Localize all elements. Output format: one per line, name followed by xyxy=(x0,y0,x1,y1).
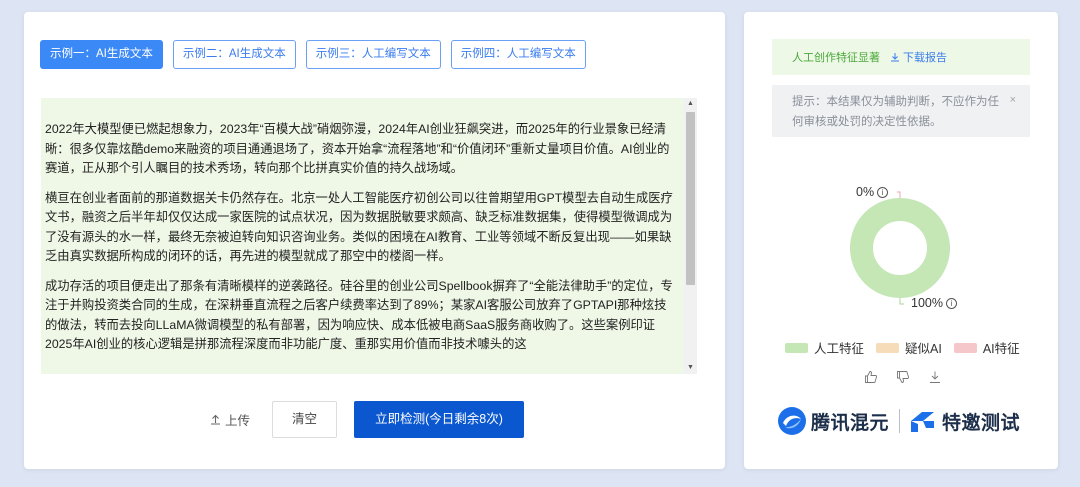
result-donut-chart xyxy=(850,191,950,305)
scroll-down-icon[interactable]: ▼ xyxy=(684,362,697,374)
clear-button[interactable]: 清空 xyxy=(272,401,337,438)
result-panel: 人工创作特征显著 下载报告 提示：本结果仅为辅助判断，不应作为任何审核或处罚的决… xyxy=(744,12,1058,469)
thumbs-down-icon[interactable] xyxy=(896,370,910,384)
legend-label-suspected: 疑似AI xyxy=(905,342,942,356)
scroll-thumb[interactable] xyxy=(686,112,695,285)
example-tabs: 示例一：AI生成文本 示例二：AI生成文本 示例三：人工编写文本 示例四：人工编… xyxy=(40,40,586,69)
input-panel: 示例一：AI生成文本 示例二：AI生成文本 示例三：人工编写文本 示例四：人工编… xyxy=(24,12,725,469)
human-percent-label: 100% i xyxy=(911,296,957,310)
legend-item-human: 人工特征 xyxy=(785,338,864,357)
donut-slice-人工特征 xyxy=(850,198,950,298)
legend-item-suspected: 疑似AI xyxy=(876,338,942,357)
ai-leader-line xyxy=(897,191,901,198)
info-icon[interactable]: i xyxy=(945,297,957,309)
tab-example-4[interactable]: 示例四：人工编写文本 xyxy=(450,40,586,69)
legend-label-human: 人工特征 xyxy=(814,342,865,356)
ai-percent-value: 0% xyxy=(856,185,875,199)
action-bar: 上传 清空 立即检测(今日剩余8次) xyxy=(210,401,524,438)
upload-button[interactable]: 上传 xyxy=(210,410,270,429)
invite-logo-icon xyxy=(911,412,935,432)
legend-swatch-human xyxy=(785,342,808,353)
legend-label-ai: AI特征 xyxy=(982,342,1020,356)
legend-item-ai: AI特征 xyxy=(953,338,1020,357)
text-input-area[interactable]: 2022年大模型便已燃起想象力，2023年“百模大战”硝烟弥漫，2024年AI创… xyxy=(41,98,697,374)
legend-swatch-ai xyxy=(953,342,977,353)
text-paragraph-3: 成功存活的项目便走出了那条有清晰模样的逆袭路径。硅谷里的创业公司Spellboo… xyxy=(45,278,673,352)
brand-name: 腾讯混元 xyxy=(811,412,890,434)
tab-example-3[interactable]: 示例三：人工编写文本 xyxy=(305,40,441,69)
feedback-bar xyxy=(864,370,942,384)
chart-legend: 人工特征 疑似AI AI特征 xyxy=(785,338,1020,357)
thumbs-up-icon[interactable] xyxy=(864,370,878,384)
ai-percent-label: 0% i xyxy=(856,185,889,199)
scroll-up-icon[interactable]: ▲ xyxy=(684,98,697,110)
human-leader-line xyxy=(899,298,904,305)
human-percent-value: 100% xyxy=(911,296,943,310)
info-icon[interactable]: i xyxy=(877,186,889,198)
upload-icon xyxy=(211,414,220,425)
text-content: 2022年大模型便已燃起想象力，2023年“百模大战”硝烟弥漫，2024年AI创… xyxy=(45,120,677,365)
tab-example-2[interactable]: 示例二：AI生成文本 xyxy=(172,40,296,69)
text-paragraph-2: 横亘在创业者面前的那道数据关卡仍然存在。北京一处人工智能医疗初创公司以往曾期望用… xyxy=(45,190,673,264)
detect-button[interactable]: 立即检测(今日剩余8次) xyxy=(354,401,524,438)
hunyuan-logo-icon xyxy=(778,407,806,435)
brand-divider xyxy=(899,409,901,433)
tab-example-1[interactable]: 示例一：AI生成文本 xyxy=(40,40,163,69)
legend-swatch-suspected xyxy=(876,342,900,353)
upload-label: 上传 xyxy=(225,414,251,428)
text-scrollbar[interactable]: ▲ ▼ xyxy=(684,98,697,374)
download-icon[interactable] xyxy=(928,370,942,384)
text-paragraph-1: 2022年大模型便已燃起想象力，2023年“百模大战”硝烟弥漫，2024年AI创… xyxy=(45,122,670,175)
brand-subtitle: 特邀测试 xyxy=(942,412,1021,434)
brand-footer: 腾讯混元 特邀测试 xyxy=(777,406,1020,436)
